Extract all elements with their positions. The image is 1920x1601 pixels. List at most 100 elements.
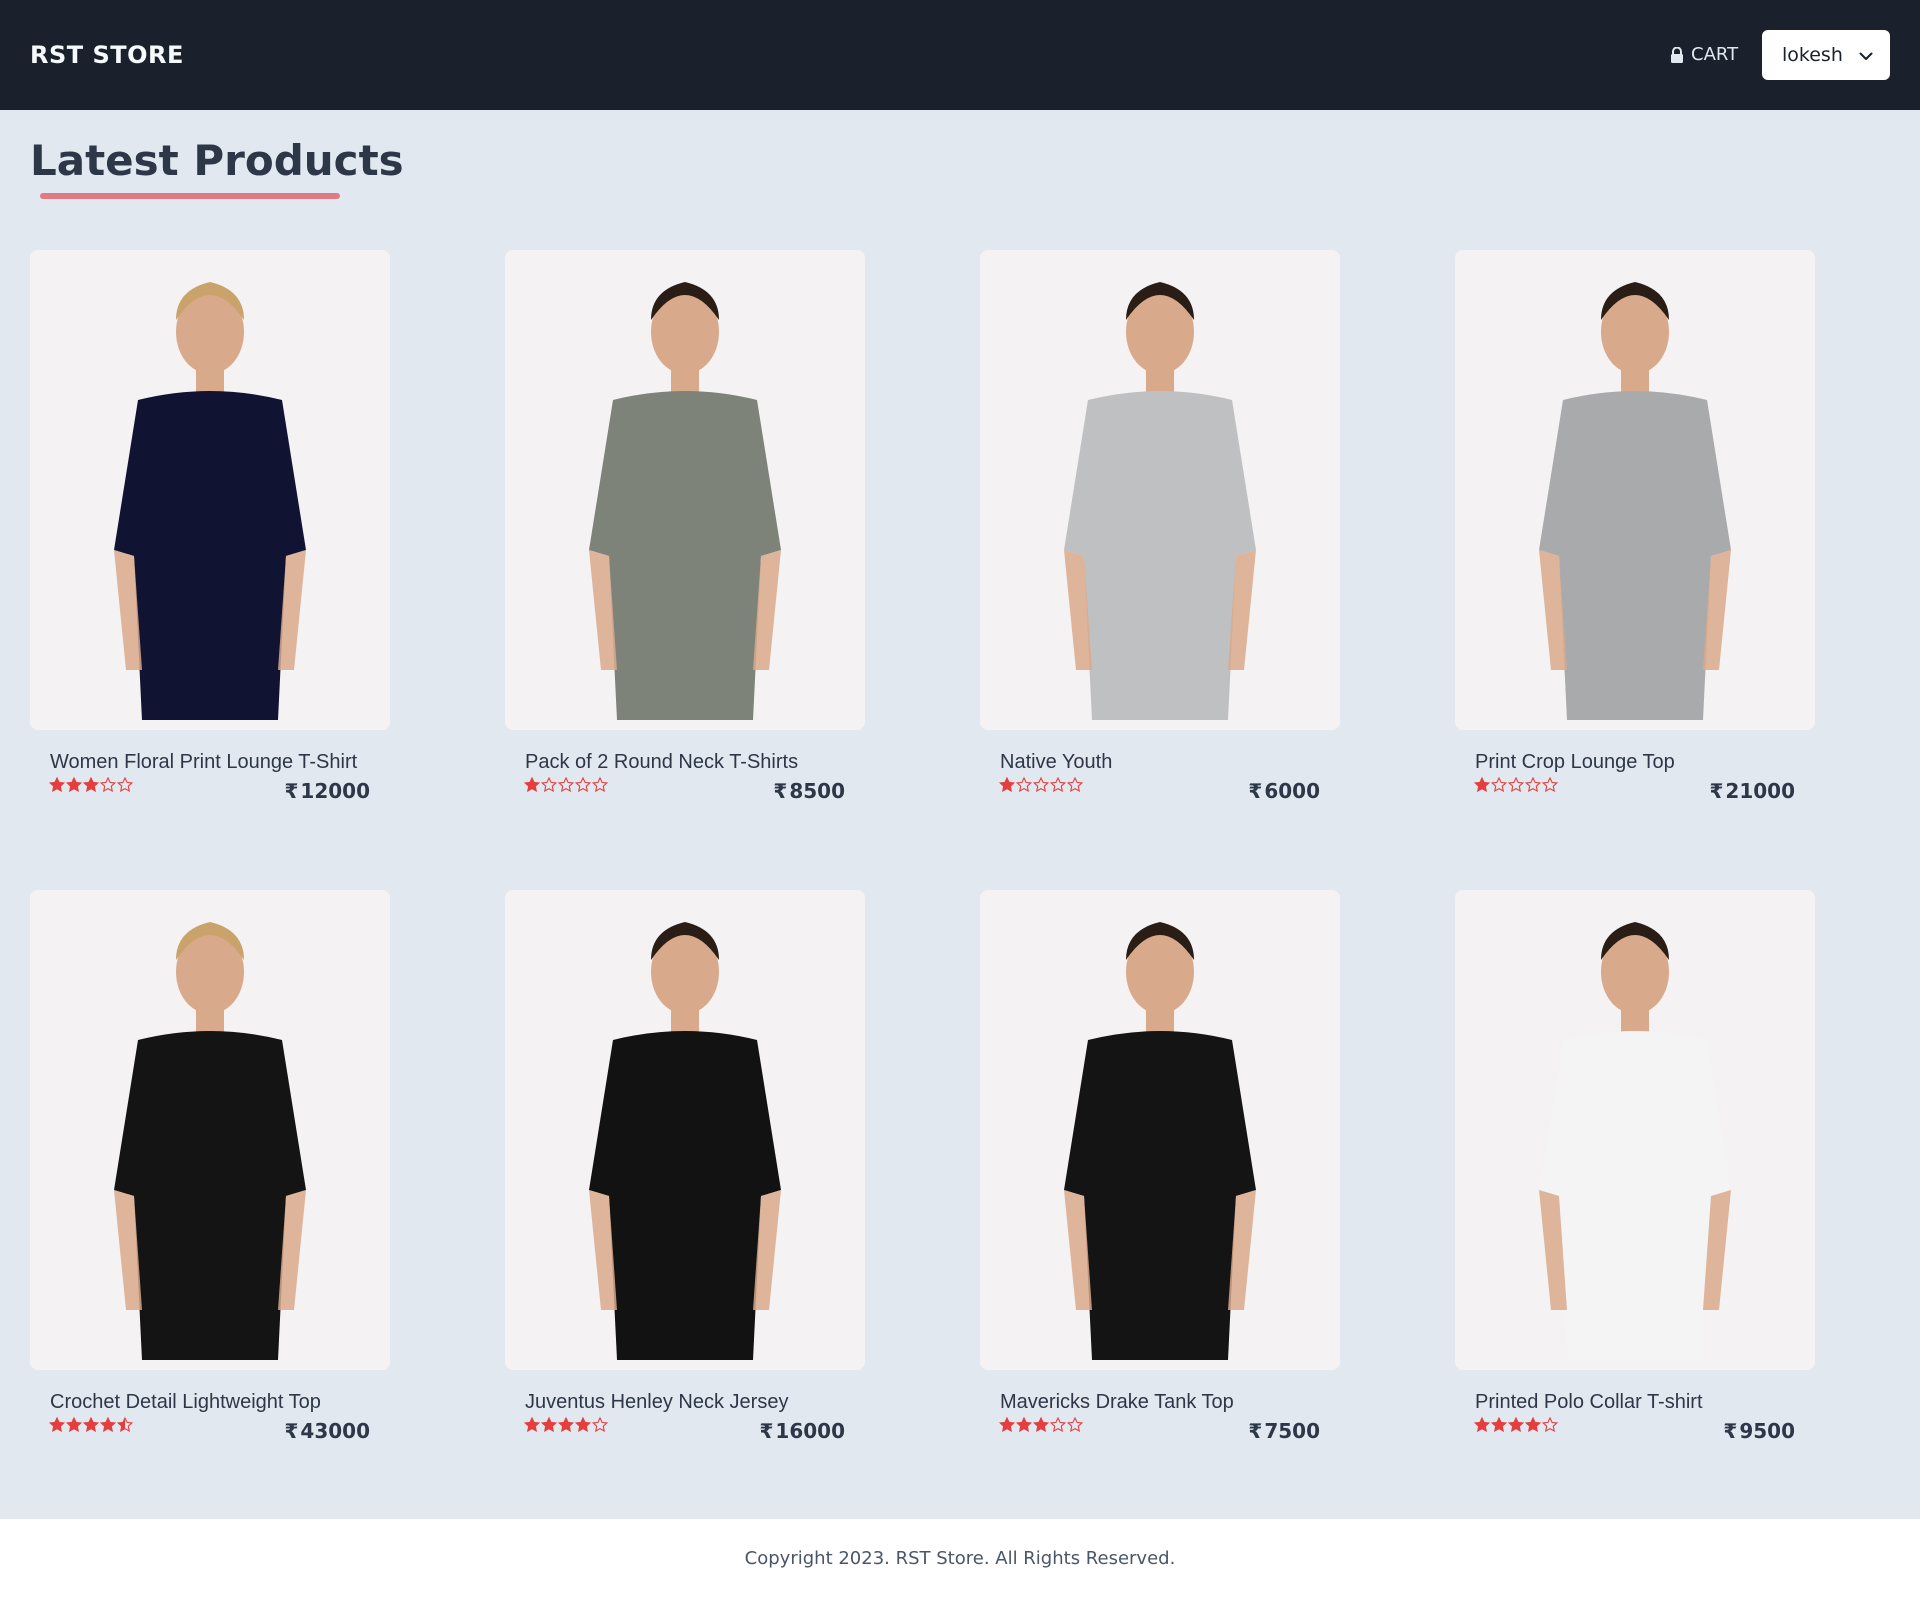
star-filled-icon [575,1417,591,1433]
star-empty-icon [592,1417,608,1433]
product-image[interactable] [1455,250,1815,730]
navbar: RST STORE CART lokesh [0,0,1920,110]
product-photo-black-tank-top [980,890,1340,1370]
product-name[interactable]: Women Floral Print Lounge T-Shirt [50,749,357,775]
price-value: 7500 [1264,1419,1320,1443]
product-image[interactable] [505,250,865,730]
star-filled-icon [1033,1417,1049,1433]
rupee-icon: ₹ [773,779,788,803]
product-name[interactable]: Crochet Detail Lightweight Top [50,1389,321,1415]
copyright-text: Copyright 2023. RST Store. All Rights Re… [744,1548,1176,1569]
product-photo-tie-dye-tshirt [505,250,865,730]
product-photo-grey-sweatshirt [1455,250,1815,730]
product-card[interactable]: Women Floral Print Lounge T-Shirt ₹ 1200… [30,250,390,803]
product-name[interactable]: Mavericks Drake Tank Top [1000,1389,1234,1415]
product-rating [999,1417,1083,1433]
star-half-icon [117,1417,133,1433]
product-price: ₹ 21000 [1709,778,1795,804]
star-empty-icon [1491,777,1507,793]
product-name[interactable]: Printed Polo Collar T-shirt [1475,1389,1703,1415]
star-empty-icon [575,777,591,793]
product-card[interactable]: Juventus Henley Neck Jersey ₹ 16000 [505,890,865,1443]
star-empty-icon [592,777,608,793]
product-card[interactable]: Printed Polo Collar T-shirt ₹ 9500 [1455,890,1815,1443]
product-price: ₹ 16000 [759,1418,845,1444]
cart-link[interactable]: CART [1670,42,1738,68]
star-empty-icon [541,777,557,793]
star-filled-icon [49,1417,65,1433]
price-value: 6000 [1264,779,1320,803]
product-price: ₹ 8500 [773,778,845,804]
star-empty-icon [117,777,133,793]
product-price: ₹ 7500 [1248,1418,1320,1444]
star-empty-icon [1508,777,1524,793]
product-photo-black-sweater [505,890,865,1370]
user-name: lokesh [1782,44,1843,66]
cart-label: CART [1691,44,1739,65]
product-photo-polka-dot-dress [30,250,390,730]
product-price: ₹ 9500 [1723,1418,1795,1444]
price-value: 43000 [300,1419,370,1443]
product-image[interactable] [980,250,1340,730]
product-card[interactable]: Mavericks Drake Tank Top ₹ 7500 [980,890,1340,1443]
star-filled-icon [524,1417,540,1433]
star-filled-icon [1474,777,1490,793]
rupee-icon: ₹ [284,1419,299,1443]
star-empty-icon [1067,1417,1083,1433]
product-name[interactable]: Pack of 2 Round Neck T-Shirts [525,749,798,775]
product-card[interactable]: Native Youth ₹ 6000 [980,250,1340,803]
star-empty-icon [1050,777,1066,793]
product-rating [999,777,1083,793]
product-rating [49,1417,133,1433]
star-empty-icon [1067,777,1083,793]
star-empty-icon [1525,777,1541,793]
footer: Copyright 2023. RST Store. All Rights Re… [0,1519,1920,1601]
star-empty-icon [1016,777,1032,793]
star-empty-icon [100,777,116,793]
product-price: ₹ 12000 [284,778,370,804]
star-filled-icon [66,777,82,793]
product-photo-grey-tank-top [980,250,1340,730]
product-name[interactable]: Print Crop Lounge Top [1475,749,1675,775]
brand-logo[interactable]: RST STORE [30,40,184,70]
price-value: 8500 [789,779,845,803]
product-image[interactable] [30,250,390,730]
product-card[interactable]: Pack of 2 Round Neck T-Shirts ₹ 8500 [505,250,865,803]
price-value: 12000 [300,779,370,803]
product-name[interactable]: Juventus Henley Neck Jersey [525,1389,788,1415]
star-empty-icon [1050,1417,1066,1433]
rupee-icon: ₹ [1248,1419,1263,1443]
rupee-icon: ₹ [1248,779,1263,803]
rupee-icon: ₹ [284,779,299,803]
product-card[interactable]: Print Crop Lounge Top ₹ 21000 [1455,250,1815,803]
star-empty-icon [1033,777,1049,793]
star-filled-icon [49,777,65,793]
star-filled-icon [1508,1417,1524,1433]
product-image[interactable] [980,890,1340,1370]
product-price: ₹ 6000 [1248,778,1320,804]
product-image[interactable] [1455,890,1815,1370]
star-empty-icon [1542,777,1558,793]
star-filled-icon [83,777,99,793]
star-filled-icon [999,777,1015,793]
product-card[interactable]: Crochet Detail Lightweight Top ₹ 43000 [30,890,390,1443]
star-filled-icon [524,777,540,793]
user-menu-button[interactable]: lokesh [1762,30,1890,80]
product-rating [524,1417,608,1433]
product-photo-white-top [1455,890,1815,1370]
price-value: 16000 [775,1419,845,1443]
star-filled-icon [100,1417,116,1433]
product-photo-black-dress [30,890,390,1370]
rupee-icon: ₹ [759,1419,774,1443]
star-filled-icon [1474,1417,1490,1433]
star-filled-icon [1491,1417,1507,1433]
product-name[interactable]: Native Youth [1000,749,1112,775]
star-filled-icon [1016,1417,1032,1433]
product-price: ₹ 43000 [284,1418,370,1444]
product-image[interactable] [505,890,865,1370]
chevron-down-icon [1859,44,1873,66]
star-filled-icon [558,1417,574,1433]
page-title: Latest Products [30,136,404,185]
product-image[interactable] [30,890,390,1370]
price-value: 21000 [1725,779,1795,803]
